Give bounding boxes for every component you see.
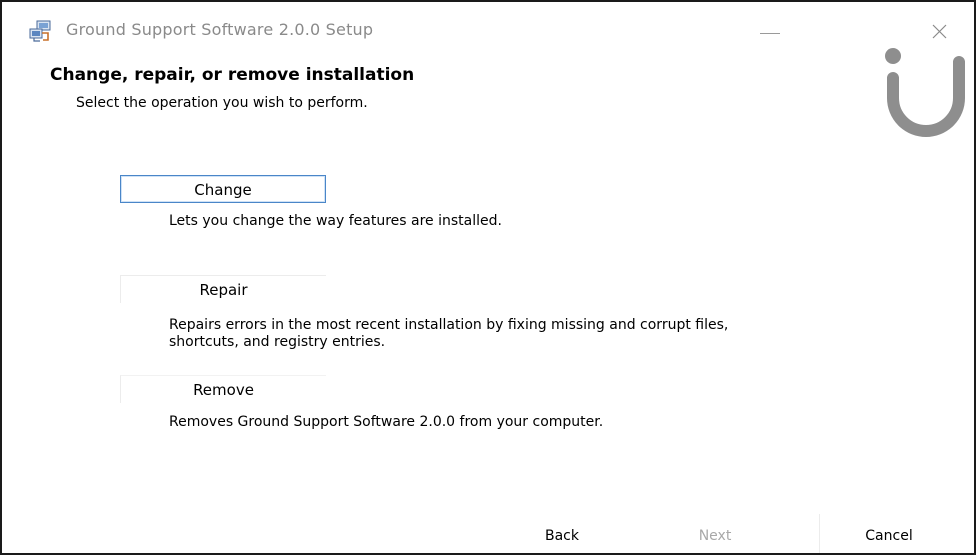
remove-button[interactable]: Remove (120, 375, 326, 403)
back-button[interactable]: Back (527, 526, 597, 546)
page-title: Change, repair, or remove installation (50, 65, 415, 85)
title-bar[interactable]: Ground Support Software 2.0.0 Setup (2, 2, 974, 54)
repair-description-line2: shortcuts, and registry entries. (169, 334, 386, 350)
repair-button[interactable]: Repair (120, 275, 326, 303)
page-subtitle: Select the operation you wish to perform… (76, 95, 368, 111)
next-button[interactable]: Next (670, 526, 760, 546)
minimize-icon[interactable] (754, 18, 788, 42)
close-icon[interactable] (927, 20, 953, 44)
installer-icon (28, 19, 54, 43)
remove-description: Removes Ground Support Software 2.0.0 fr… (169, 414, 604, 430)
window-title: Ground Support Software 2.0.0 Setup (66, 20, 374, 39)
repair-description: Repairs errors in the most recent instal… (169, 317, 929, 351)
brand-logo (876, 42, 974, 138)
button-divider (819, 514, 820, 553)
change-button[interactable]: Change (120, 175, 326, 203)
change-description: Lets you change the way features are ins… (169, 213, 502, 229)
cancel-button[interactable]: Cancel (844, 526, 934, 546)
repair-description-line1: Repairs errors in the most recent instal… (169, 317, 729, 333)
setup-window: Ground Support Software 2.0.0 Setup Chan… (0, 0, 976, 555)
